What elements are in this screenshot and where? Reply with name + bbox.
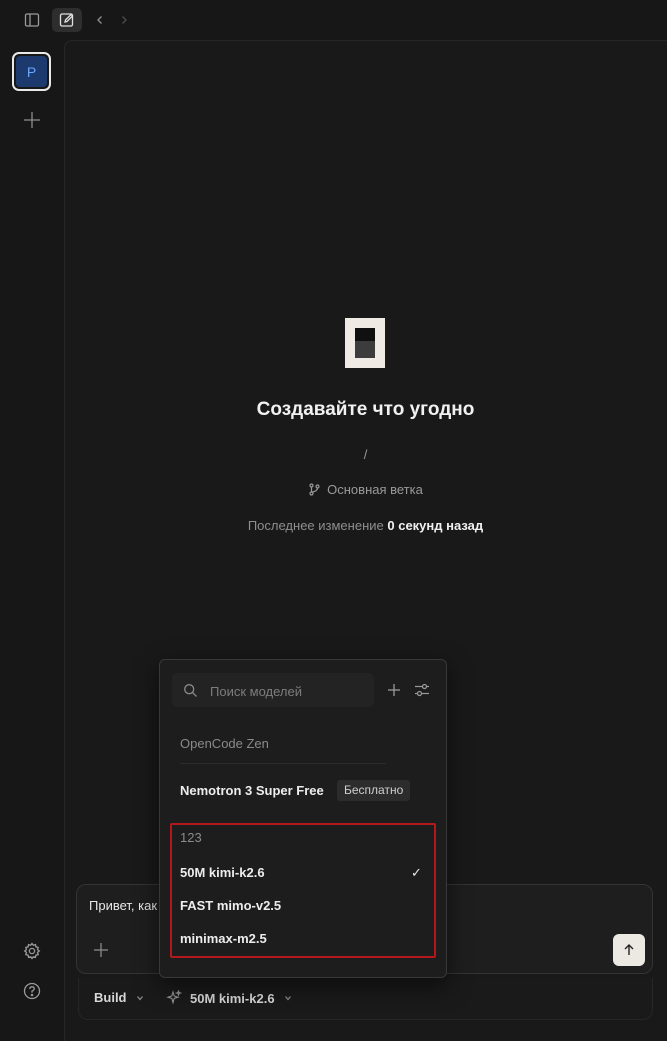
branch-name: Основная ветка — [327, 482, 423, 497]
plus-icon — [94, 943, 108, 957]
chevron-down-icon — [136, 995, 143, 1001]
attach-button[interactable] — [92, 941, 110, 959]
chevron-down-icon — [284, 996, 291, 1001]
model-label: 50M kimi-k2.6 — [190, 990, 275, 1006]
chevron-right-icon — [122, 16, 127, 24]
project-avatar: P — [16, 56, 47, 87]
model-settings-button[interactable] — [413, 681, 431, 699]
composer-toolbar — [78, 978, 653, 1020]
model-option-minimax[interactable]: minimax-m2.5 — [180, 931, 267, 946]
sparkles-icon — [166, 990, 182, 1005]
git-branch-icon — [309, 483, 320, 496]
branch-info: Основная ветка — [64, 482, 667, 497]
last-modified: Последнее изменение 0 секунд назад — [64, 518, 667, 533]
empty-state-title: Создавайте что угодно — [256, 399, 475, 420]
forward-button[interactable] — [112, 8, 136, 32]
back-button[interactable] — [88, 8, 112, 32]
model-search[interactable] — [172, 673, 374, 709]
help-button[interactable] — [23, 982, 41, 1000]
sidebar-panel-icon — [24, 13, 40, 27]
edit-icon — [59, 13, 74, 27]
model-search-input[interactable] — [208, 673, 372, 709]
send-button[interactable] — [613, 934, 645, 966]
app-logo — [345, 318, 385, 368]
mode-label: Build — [94, 990, 127, 1005]
model-option-nemotron[interactable]: Nemotron 3 Super Free — [180, 783, 324, 798]
gear-icon — [23, 942, 41, 960]
add-project-button[interactable] — [22, 110, 42, 130]
last-modified-value: 0 секунд назад — [387, 518, 484, 533]
model-selector[interactable]: 50M kimi-k2.6 — [166, 990, 293, 1006]
model-option-kimi[interactable]: 50M kimi-k2.6 — [180, 865, 265, 880]
project-avatar-button[interactable]: P — [12, 52, 51, 91]
free-badge: Бесплатно — [337, 780, 411, 801]
settings-button[interactable] — [23, 942, 41, 960]
search-icon — [184, 684, 197, 697]
plus-icon — [388, 684, 400, 696]
toggle-sidebar-button[interactable] — [20, 8, 44, 32]
project-path: / — [363, 447, 368, 462]
check-icon: ✓ — [411, 865, 422, 880]
mode-selector[interactable]: Build — [94, 990, 145, 1005]
add-model-button[interactable] — [386, 682, 402, 698]
last-modified-label: Последнее изменение — [247, 518, 384, 533]
plus-icon — [24, 112, 40, 128]
sliders-icon — [415, 683, 429, 697]
model-group-label: OpenCode Zen — [180, 736, 269, 751]
chevron-left-icon — [97, 16, 102, 24]
new-session-button[interactable] — [52, 8, 82, 32]
divider — [180, 763, 386, 764]
help-icon — [23, 982, 41, 1000]
project-initial: P — [26, 63, 37, 80]
arrow-up-icon — [624, 944, 634, 955]
model-option-mimo[interactable]: FAST mimo-v2.5 — [180, 898, 281, 913]
model-group-label: 123 — [180, 830, 202, 845]
